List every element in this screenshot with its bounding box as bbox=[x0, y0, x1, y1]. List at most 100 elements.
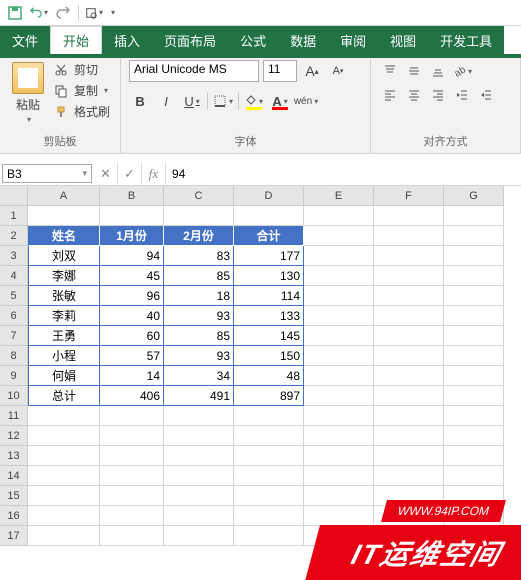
cell[interactable] bbox=[304, 386, 374, 406]
cell[interactable] bbox=[444, 286, 504, 306]
cell[interactable] bbox=[100, 486, 164, 506]
cell[interactable]: 150 bbox=[234, 346, 304, 366]
cell[interactable] bbox=[374, 366, 444, 386]
align-center-button[interactable] bbox=[403, 84, 425, 106]
column-header[interactable]: A bbox=[28, 186, 100, 206]
cell[interactable] bbox=[444, 346, 504, 366]
cell[interactable] bbox=[444, 466, 504, 486]
cell[interactable] bbox=[304, 246, 374, 266]
cell[interactable] bbox=[234, 506, 304, 526]
cell[interactable] bbox=[28, 466, 100, 486]
cells-area[interactable]: 姓名1月份2月份合计刘双9483177李娜4585130张敏9618114李莉4… bbox=[28, 206, 521, 546]
cell[interactable]: 14 bbox=[100, 366, 164, 386]
cell[interactable] bbox=[444, 506, 504, 526]
cell[interactable]: 总计 bbox=[28, 386, 100, 406]
tab-formulas[interactable]: 公式 bbox=[228, 26, 278, 54]
cell[interactable] bbox=[304, 326, 374, 346]
decrease-indent-button[interactable] bbox=[451, 84, 473, 106]
row-header[interactable]: 10 bbox=[0, 386, 28, 406]
cell[interactable] bbox=[234, 486, 304, 506]
cell[interactable] bbox=[28, 426, 100, 446]
cell[interactable]: 85 bbox=[164, 326, 234, 346]
align-bottom-button[interactable] bbox=[427, 60, 449, 82]
cell[interactable] bbox=[164, 486, 234, 506]
cell[interactable] bbox=[234, 466, 304, 486]
cell[interactable] bbox=[374, 266, 444, 286]
cell[interactable]: 刘双 bbox=[28, 246, 100, 266]
increase-font-button[interactable]: A▴ bbox=[301, 60, 323, 82]
cell[interactable] bbox=[374, 406, 444, 426]
cell[interactable] bbox=[374, 326, 444, 346]
row-header[interactable]: 8 bbox=[0, 346, 28, 366]
border-button[interactable]: ▾ bbox=[212, 90, 234, 112]
cell[interactable] bbox=[444, 366, 504, 386]
cell[interactable] bbox=[444, 406, 504, 426]
cell[interactable] bbox=[164, 406, 234, 426]
formula-input[interactable]: 94 bbox=[166, 162, 521, 185]
row-header[interactable]: 3 bbox=[0, 246, 28, 266]
redo-icon[interactable] bbox=[54, 4, 72, 22]
cell[interactable]: 40 bbox=[100, 306, 164, 326]
cell[interactable]: 145 bbox=[234, 326, 304, 346]
cell[interactable]: 小程 bbox=[28, 346, 100, 366]
cell[interactable]: 85 bbox=[164, 266, 234, 286]
cell[interactable] bbox=[444, 486, 504, 506]
cancel-formula-button[interactable]: ✕ bbox=[94, 162, 118, 185]
cell[interactable]: 合计 bbox=[234, 226, 304, 246]
cell[interactable] bbox=[164, 206, 234, 226]
cell[interactable]: 130 bbox=[234, 266, 304, 286]
bold-button[interactable]: B bbox=[129, 90, 151, 112]
save-icon[interactable] bbox=[6, 4, 24, 22]
cell[interactable]: 491 bbox=[164, 386, 234, 406]
fill-color-button[interactable]: ▾ bbox=[243, 90, 265, 112]
cell[interactable]: 张敏 bbox=[28, 286, 100, 306]
cell[interactable]: 45 bbox=[100, 266, 164, 286]
cell[interactable] bbox=[304, 346, 374, 366]
row-header[interactable]: 14 bbox=[0, 466, 28, 486]
cell[interactable]: 34 bbox=[164, 366, 234, 386]
cell[interactable] bbox=[100, 466, 164, 486]
cell[interactable] bbox=[444, 306, 504, 326]
phonetic-button[interactable]: wén▾ bbox=[295, 90, 317, 112]
tab-review[interactable]: 审阅 bbox=[328, 26, 378, 54]
font-name-select[interactable]: Arial Unicode MS bbox=[129, 60, 259, 82]
font-size-select[interactable]: 11 bbox=[263, 60, 297, 82]
tab-view[interactable]: 视图 bbox=[378, 26, 428, 54]
tab-home[interactable]: 开始 bbox=[50, 26, 102, 54]
row-header[interactable]: 13 bbox=[0, 446, 28, 466]
cell[interactable] bbox=[28, 446, 100, 466]
cell[interactable] bbox=[374, 466, 444, 486]
cell[interactable]: 57 bbox=[100, 346, 164, 366]
cell[interactable] bbox=[28, 406, 100, 426]
cell[interactable]: 王勇 bbox=[28, 326, 100, 346]
cell[interactable] bbox=[304, 446, 374, 466]
tab-developer[interactable]: 开发工具 bbox=[428, 26, 504, 54]
align-middle-button[interactable] bbox=[403, 60, 425, 82]
cell[interactable] bbox=[304, 426, 374, 446]
row-header[interactable]: 17 bbox=[0, 526, 28, 546]
cell[interactable]: 114 bbox=[234, 286, 304, 306]
cell[interactable]: 897 bbox=[234, 386, 304, 406]
underline-button[interactable]: U▾ bbox=[181, 90, 203, 112]
cell[interactable] bbox=[304, 266, 374, 286]
cell[interactable] bbox=[100, 426, 164, 446]
column-header[interactable]: G bbox=[444, 186, 504, 206]
cell[interactable] bbox=[28, 526, 100, 546]
copy-button[interactable]: 复制▾ bbox=[52, 81, 112, 100]
cell[interactable]: 94 bbox=[100, 246, 164, 266]
tab-file[interactable]: 文件 bbox=[0, 26, 50, 54]
cell[interactable] bbox=[374, 346, 444, 366]
tab-page-layout[interactable]: 页面布局 bbox=[152, 26, 228, 54]
cell[interactable] bbox=[304, 486, 374, 506]
cell[interactable] bbox=[304, 286, 374, 306]
cell[interactable]: 60 bbox=[100, 326, 164, 346]
confirm-formula-button[interactable]: ✓ bbox=[118, 162, 142, 185]
cell[interactable]: 96 bbox=[100, 286, 164, 306]
cell[interactable] bbox=[444, 426, 504, 446]
align-right-button[interactable] bbox=[427, 84, 449, 106]
cell[interactable]: 93 bbox=[164, 306, 234, 326]
tab-data[interactable]: 数据 bbox=[278, 26, 328, 54]
undo-icon[interactable]: ▾ bbox=[30, 4, 48, 22]
cell[interactable] bbox=[234, 446, 304, 466]
cell[interactable]: 李莉 bbox=[28, 306, 100, 326]
